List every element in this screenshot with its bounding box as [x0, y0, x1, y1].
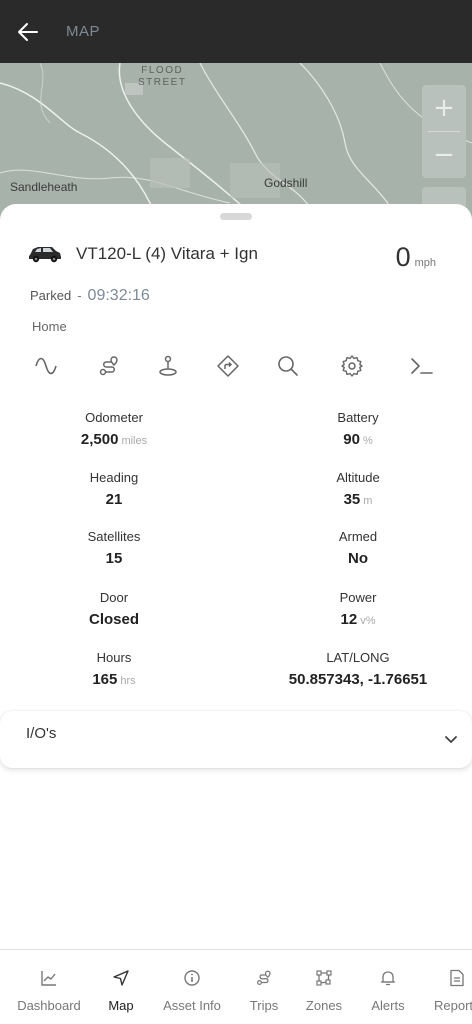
nav-item-report[interactable]: Report	[432, 950, 472, 1024]
search-icon	[278, 356, 298, 376]
status-separator: -	[77, 288, 82, 303]
status-label: Parked	[30, 288, 72, 303]
search-button[interactable]	[270, 348, 306, 384]
bell-icon	[380, 971, 396, 986]
stat-odometer: Odometer 2,500 miles	[80, 410, 148, 448]
nav-item-zones[interactable]: Zones	[301, 950, 347, 1024]
speed-readout: 0 mph	[396, 242, 436, 273]
vehicle-name: VT120-L (4) Vitara + Ign	[76, 244, 258, 263]
chevron-down-icon	[445, 736, 457, 743]
stat-hours: Hours 165 hrs	[92, 650, 136, 688]
terminal-button[interactable]	[404, 348, 440, 384]
app-bar: MAP	[0, 0, 472, 63]
vehicle-status: Parked - 09:32:16	[30, 287, 150, 305]
stat-battery: Battery 90%	[337, 410, 379, 448]
gear-icon	[341, 355, 363, 377]
io-label: I/O's	[26, 725, 57, 742]
pin-person-icon	[159, 355, 177, 376]
wave-icon	[35, 357, 57, 375]
zoom-in-button[interactable]: +	[422, 85, 466, 131]
screen: MAP FLOOD STREET Sandleheath Godshill + …	[0, 0, 472, 1024]
map-place-label: Godshill	[264, 176, 308, 190]
map-view[interactable]: FLOOD STREET Sandleheath Godshill + −	[0, 63, 472, 223]
stat-heading: Heading 21	[89, 470, 139, 508]
arrow-left-icon	[18, 22, 38, 41]
back-button[interactable]	[0, 0, 56, 63]
page-title: MAP	[66, 23, 101, 40]
sheet-drag-handle[interactable]	[220, 213, 252, 220]
stat-armed: Armed No	[338, 529, 378, 567]
map-street-label: FLOOD STREET	[138, 65, 187, 88]
route-icon	[257, 970, 271, 985]
stat-power: Power 12 v%	[339, 590, 377, 628]
car-icon	[29, 247, 61, 263]
vehicle-header: VT120-L (4) Vitara + Ign	[28, 244, 258, 264]
stat-door: Door Closed	[88, 590, 139, 628]
nav-item-trips[interactable]: Trips	[244, 950, 284, 1024]
bottom-navigation: Dashboard Map Asset Info Trips Zones Ale…	[0, 949, 472, 1024]
info-icon	[184, 970, 200, 986]
map-place-label: Sandleheath	[10, 180, 78, 194]
map-roads	[0, 63, 472, 223]
chart-icon	[41, 971, 56, 986]
directions-button[interactable]	[210, 348, 246, 384]
vehicle-details-sheet: VT120-L (4) Vitara + Ign 0 mph Parked - …	[0, 204, 472, 949]
status-time: 09:32:16	[87, 287, 150, 304]
route-icon	[99, 356, 118, 376]
route-button[interactable]	[91, 348, 127, 384]
nav-item-map[interactable]: Map	[100, 950, 142, 1024]
nav-item-dashboard[interactable]: Dashboard	[14, 950, 84, 1024]
speed-unit: mph	[414, 257, 436, 269]
directions-icon	[217, 355, 239, 377]
locate-button[interactable]	[150, 348, 186, 384]
navigation-arrow-icon	[113, 970, 129, 986]
terminal-icon	[411, 358, 433, 374]
action-bar	[16, 348, 456, 384]
zoom-controls: + −	[422, 85, 466, 178]
io-accordion[interactable]: I/O's	[0, 711, 472, 768]
vehicle-location: Home	[32, 319, 67, 334]
stat-satellites: Satellites 15	[87, 529, 141, 567]
nav-item-alerts[interactable]: Alerts	[367, 950, 409, 1024]
stat-latlong: LAT/LONG 50.857343, -1.76651	[288, 650, 428, 688]
settings-button[interactable]	[334, 348, 370, 384]
zoom-out-button[interactable]: −	[422, 132, 466, 178]
document-icon	[450, 969, 464, 987]
stat-altitude: Altitude 35 m	[336, 470, 380, 508]
wave-button[interactable]	[28, 348, 64, 384]
nav-item-asset-info[interactable]: Asset Info	[158, 950, 226, 1024]
speed-value: 0	[395, 242, 411, 272]
zone-icon	[316, 970, 332, 986]
